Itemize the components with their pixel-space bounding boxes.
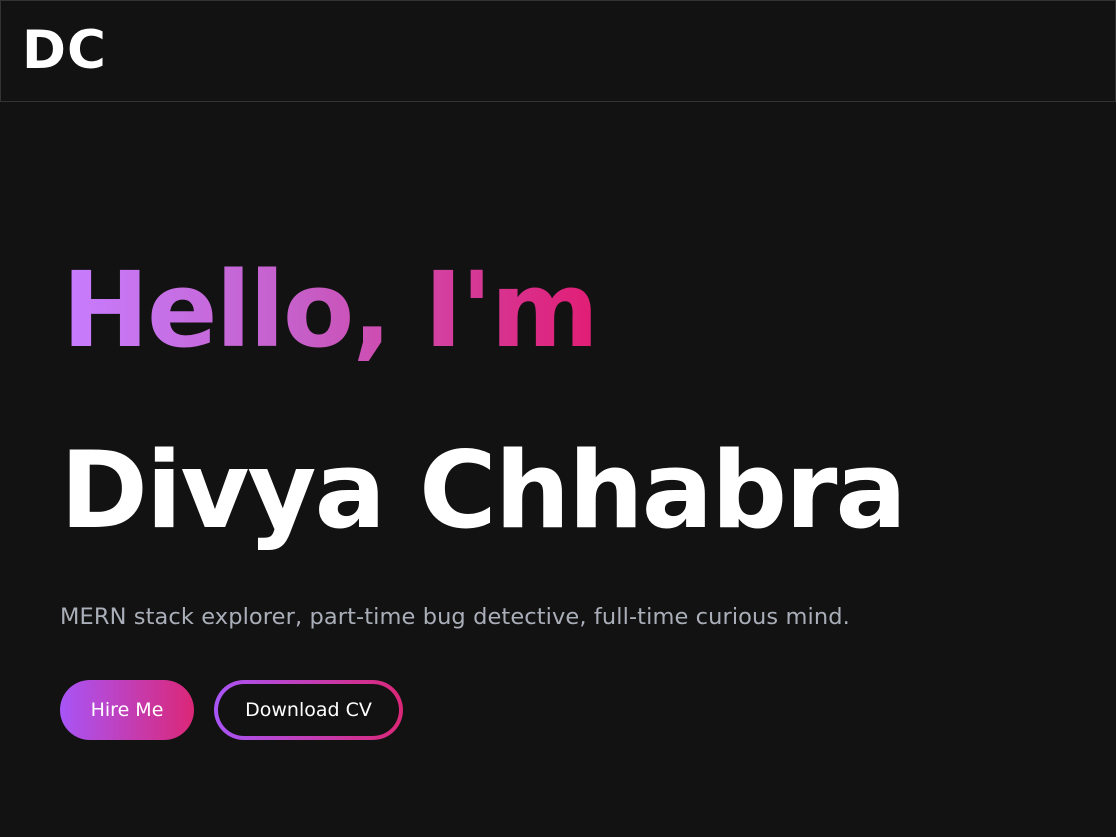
hero-greeting: Hello, I'm <box>62 240 599 380</box>
download-cv-button[interactable]: Download CV <box>214 680 403 740</box>
hero-name: Divya Chhabra <box>60 429 907 552</box>
navbar: DC <box>0 0 1116 102</box>
hire-me-button[interactable]: Hire Me <box>60 680 194 740</box>
site-logo[interactable]: DC <box>22 19 107 83</box>
download-cv-label: Download CV <box>218 684 399 736</box>
hero-tagline: MERN stack explorer, part-time bug detec… <box>60 604 850 630</box>
